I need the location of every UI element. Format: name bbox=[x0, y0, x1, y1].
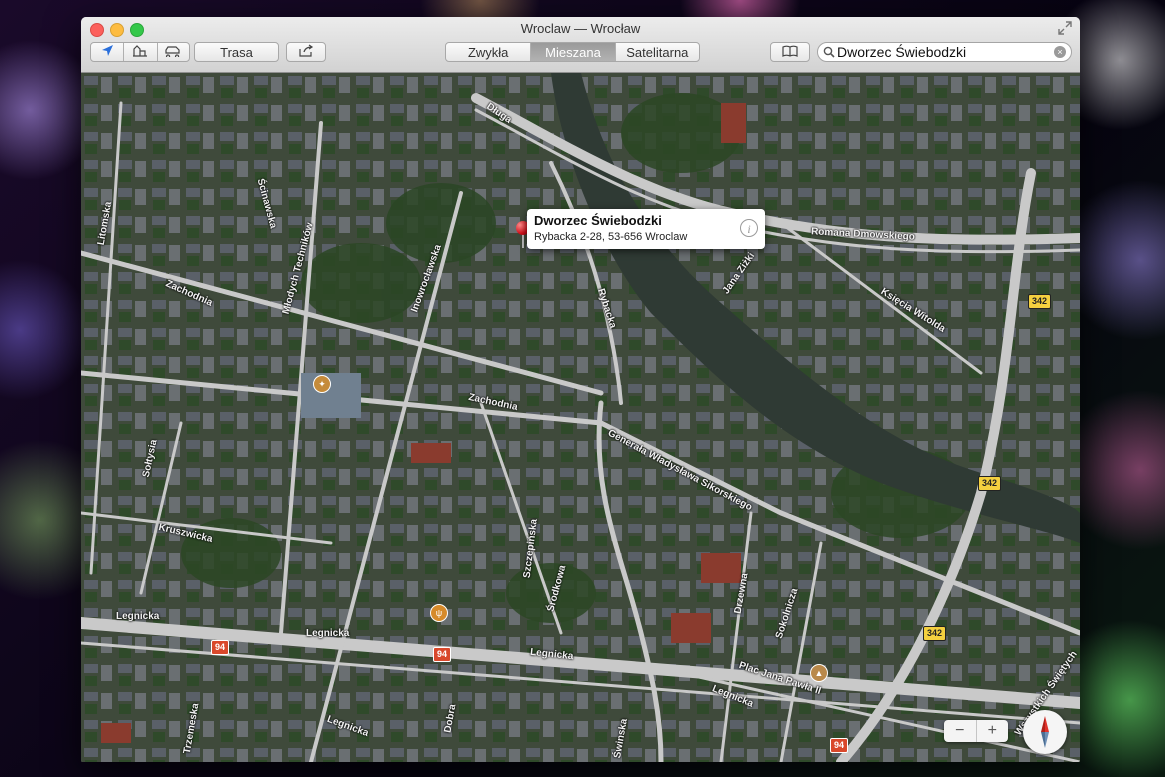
tab-standard[interactable]: Zwykła bbox=[446, 43, 532, 61]
tab-satellite[interactable]: Satelitarna bbox=[616, 43, 699, 61]
road-shield: 94 bbox=[211, 640, 230, 655]
view-3d-button[interactable] bbox=[124, 43, 158, 61]
road-shield: 342 bbox=[1028, 294, 1052, 309]
zoom-in-button[interactable]: + bbox=[977, 720, 1009, 742]
buildings-3d-icon bbox=[132, 44, 148, 60]
education-poi-icon[interactable]: ▲ bbox=[810, 664, 828, 682]
title-bar: Wroclaw — Wrocław Trasa Zwykła Mieszana … bbox=[81, 17, 1080, 73]
map-view[interactable]: Długa Litomska Ścinawska Młodych Technik… bbox=[81, 73, 1080, 762]
bookmarks-button[interactable] bbox=[770, 42, 810, 62]
road-shield: 342 bbox=[923, 626, 947, 641]
maps-window: Wroclaw — Wrocław Trasa Zwykła Mieszana … bbox=[81, 17, 1080, 762]
search-input[interactable] bbox=[837, 44, 1047, 60]
road-shield: 94 bbox=[830, 738, 849, 753]
current-location-button[interactable] bbox=[91, 43, 125, 61]
location-arrow-icon bbox=[101, 44, 114, 60]
search-icon bbox=[823, 46, 835, 58]
fullscreen-icon[interactable] bbox=[1058, 21, 1072, 35]
compass-icon[interactable] bbox=[1023, 710, 1067, 754]
route-button[interactable]: Trasa bbox=[194, 42, 279, 62]
road-shield: 94 bbox=[433, 647, 452, 662]
callout-title: Dworzec Świebodzki bbox=[534, 213, 662, 228]
tab-hybrid[interactable]: Mieszana bbox=[531, 43, 616, 61]
street-label: Legnicka bbox=[306, 628, 350, 639]
traffic-button[interactable] bbox=[158, 43, 189, 61]
share-icon bbox=[298, 44, 314, 60]
car-traffic-icon bbox=[164, 45, 182, 60]
clear-search-icon[interactable]: × bbox=[1054, 46, 1066, 58]
callout-address: Rybacka 2-28, 53-656 Wroclaw bbox=[534, 231, 688, 243]
share-button[interactable] bbox=[286, 42, 326, 62]
info-icon[interactable]: i bbox=[740, 219, 758, 237]
bookmarks-book-icon bbox=[782, 45, 798, 60]
view-controls-segment bbox=[90, 42, 190, 62]
landmark-poi-icon[interactable]: ✦ bbox=[313, 375, 331, 393]
zoom-out-button[interactable]: − bbox=[944, 720, 977, 742]
map-mode-segment: Zwykła Mieszana Satelitarna bbox=[445, 42, 700, 62]
window-title: Wroclaw — Wrocław bbox=[520, 21, 641, 36]
red-map-pin-stem bbox=[522, 234, 524, 248]
zoom-control: − + bbox=[944, 720, 1008, 742]
restaurant-poi-icon[interactable]: ψ bbox=[430, 604, 448, 622]
satellite-map-canvas bbox=[81, 73, 1080, 762]
search-field[interactable]: × bbox=[817, 42, 1072, 62]
location-callout[interactable]: Dworzec Świebodzki Rybacka 2-28, 53-656 … bbox=[527, 209, 765, 249]
street-label: Legnicka bbox=[116, 611, 160, 622]
road-shield: 342 bbox=[978, 476, 1002, 491]
